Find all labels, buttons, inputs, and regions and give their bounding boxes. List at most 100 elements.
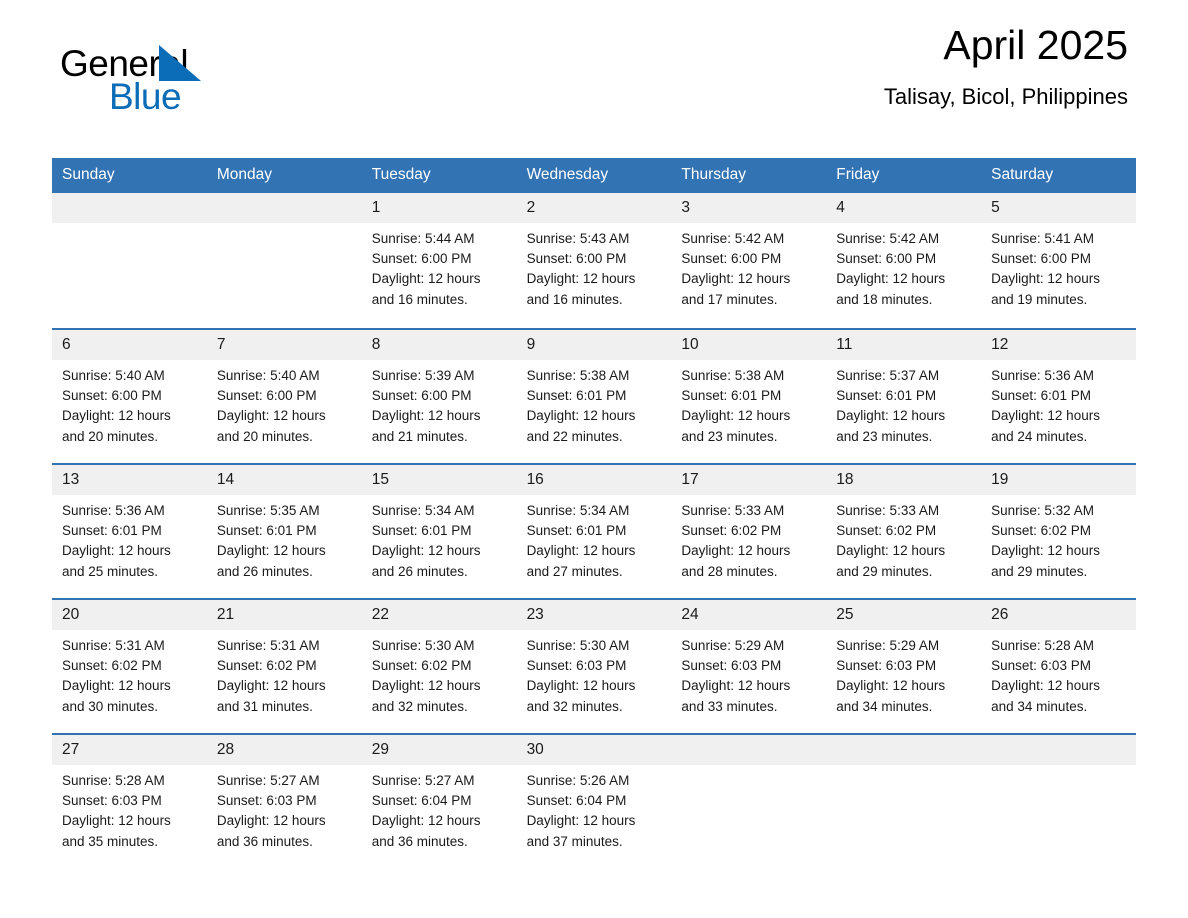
sunrise-text: Sunrise: 5:42 AM <box>836 231 940 246</box>
day-cell[interactable]: 18 Sunrise: 5:33 AM Sunset: 6:02 PM Dayligh… <box>826 465 982 598</box>
day-cell[interactable]: 12 Sunrise: 5:36 AM Sunset: 6:01 PM Dayligh… <box>981 330 1136 463</box>
day-cell[interactable]: 20 Sunrise: 5:31 AM Sunset: 6:02 PM Dayligh… <box>52 600 207 733</box>
day-cell[interactable]: 14 Sunrise: 5:35 AM Sunset: 6:01 PM Dayligh… <box>206 465 362 598</box>
day-number: 28 <box>206 735 362 765</box>
day-number <box>671 735 827 765</box>
day-cell[interactable]: 22 Sunrise: 5:30 AM Sunset: 6:02 PM Dayligh… <box>361 600 517 733</box>
day-info: Sunrise: 5:38 AM Sunset: 6:01 PM Daylight:… <box>517 360 672 447</box>
daylight-text-line2: and 26 minutes. <box>216 563 313 579</box>
logo-word-blue: Blue <box>109 76 182 117</box>
daylight-text-line2: and 24 minutes. <box>991 428 1088 444</box>
sunrise-text: Sunrise: 5:28 AM <box>991 638 1094 653</box>
day-number: 4 <box>826 193 982 223</box>
day-cell[interactable]: 3 Sunrise: 5:42 AM Sunset: 6:00 PM Daylight… <box>671 193 827 328</box>
day-number: 9 <box>516 330 672 360</box>
sunset-text: Sunset: 6:02 PM <box>991 523 1091 539</box>
day-cell[interactable]: 8 Sunrise: 5:39 AM Sunset: 6:00 PM Daylight… <box>361 330 517 463</box>
sunset-text: Sunset: 6:02 PM <box>681 523 782 539</box>
day-cell[interactable]: 24 Sunrise: 5:29 AM Sunset: 6:03 PM Dayligh… <box>671 600 827 733</box>
sunset-text: Sunset: 6:00 PM <box>836 251 937 267</box>
day-cell-empty <box>826 735 982 868</box>
day-cell[interactable]: 13 Sunrise: 5:36 AM Sunset: 6:01 PM Dayligh… <box>52 465 207 598</box>
daylight-text-line1: Daylight: 12 hours <box>526 813 636 829</box>
sunrise-text: Sunrise: 5:42 AM <box>681 231 785 246</box>
day-info: Sunrise: 5:44 AM Sunset: 6:00 PM Daylight:… <box>362 223 517 310</box>
daylight-text-line2: and 19 minutes. <box>991 291 1088 307</box>
day-cell[interactable]: 17 Sunrise: 5:33 AM Sunset: 6:02 PM Dayligh… <box>671 465 827 598</box>
day-cell[interactable]: 5 Sunrise: 5:41 AM Sunset: 6:00 PM Daylight… <box>981 193 1136 328</box>
day-info: Sunrise: 5:42 AM Sunset: 6:00 PM Daylight:… <box>826 223 981 310</box>
day-cell[interactable]: 2 Sunrise: 5:43 AM Sunset: 6:00 PM Daylight… <box>516 193 672 328</box>
day-info: Sunrise: 5:36 AM Sunset: 6:01 PM Daylight:… <box>981 360 1136 447</box>
sunrise-text: Sunrise: 5:30 AM <box>371 638 475 653</box>
daylight-text-line2: and 22 minutes. <box>526 428 623 444</box>
sunrise-text: Sunrise: 5:33 AM <box>836 503 940 518</box>
day-info: Sunrise: 5:31 AM Sunset: 6:02 PM Daylight:… <box>207 630 362 717</box>
day-cell[interactable]: 7 Sunrise: 5:40 AM Sunset: 6:00 PM Daylight… <box>206 330 362 463</box>
weekday-header-wednesday: Wednesday <box>526 166 609 183</box>
day-info: Sunrise: 5:42 AM Sunset: 6:00 PM Daylight:… <box>671 223 826 310</box>
sunrise-text: Sunrise: 5:43 AM <box>526 231 630 246</box>
day-cell[interactable]: 23 Sunrise: 5:30 AM Sunset: 6:03 PM Dayligh… <box>516 600 672 733</box>
daylight-text-line1: Daylight: 12 hours <box>681 271 791 287</box>
day-cell[interactable]: 29 Sunrise: 5:27 AM Sunset: 6:04 PM Dayligh… <box>361 735 517 868</box>
daylight-text-line1: Daylight: 12 hours <box>526 543 636 559</box>
sunset-text: Sunset: 6:02 PM <box>371 658 472 674</box>
sunset-text: Sunset: 6:01 PM <box>62 523 162 539</box>
daylight-text-line2: and 29 minutes. <box>991 563 1088 579</box>
calendar-week-row: 1 Sunrise: 5:44 AM Sunset: 6:00 PM Daylight… <box>52 193 1136 328</box>
daylight-text-line1: Daylight: 12 hours <box>681 408 791 424</box>
day-cell[interactable]: 4 Sunrise: 5:42 AM Sunset: 6:00 PM Daylight… <box>826 193 982 328</box>
daylight-text-line2: and 30 minutes. <box>62 698 159 714</box>
day-cell[interactable]: 9 Sunrise: 5:38 AM Sunset: 6:01 PM Daylight… <box>516 330 672 463</box>
calendar-week-row: 27 Sunrise: 5:28 AM Sunset: 6:03 PM Dayligh… <box>52 733 1136 868</box>
day-cell[interactable]: 10 Sunrise: 5:38 AM Sunset: 6:01 PM Dayligh… <box>671 330 827 463</box>
day-number <box>206 193 362 223</box>
day-cell[interactable]: 27 Sunrise: 5:28 AM Sunset: 6:03 PM Dayligh… <box>52 735 207 868</box>
daylight-text-line2: and 28 minutes. <box>681 563 778 579</box>
daylight-text-line2: and 18 minutes. <box>836 291 933 307</box>
daylight-text-line1: Daylight: 12 hours <box>836 543 946 559</box>
day-number: 15 <box>361 465 517 495</box>
day-info: Sunrise: 5:29 AM Sunset: 6:03 PM Daylight:… <box>671 630 826 717</box>
general-blue-logo[interactable]: General Blue <box>60 44 260 122</box>
day-info: Sunrise: 5:33 AM Sunset: 6:02 PM Daylight:… <box>671 495 826 582</box>
sunrise-text: Sunrise: 5:34 AM <box>371 503 475 518</box>
day-info: Sunrise: 5:30 AM Sunset: 6:02 PM Daylight:… <box>362 630 517 717</box>
day-cell[interactable]: 28 Sunrise: 5:27 AM Sunset: 6:03 PM Dayligh… <box>206 735 362 868</box>
daylight-text-line2: and 23 minutes. <box>681 428 778 444</box>
day-info: Sunrise: 5:41 AM Sunset: 6:00 PM Daylight:… <box>981 223 1136 310</box>
sunset-text: Sunset: 6:04 PM <box>526 793 627 809</box>
sunset-text: Sunset: 6:03 PM <box>681 658 782 674</box>
daylight-text-line2: and 31 minutes. <box>216 698 313 714</box>
day-cell[interactable]: 21 Sunrise: 5:31 AM Sunset: 6:02 PM Dayligh… <box>206 600 362 733</box>
sunrise-text: Sunrise: 5:40 AM <box>62 368 165 383</box>
sunrise-text: Sunrise: 5:36 AM <box>991 368 1094 383</box>
sunrise-text: Sunrise: 5:26 AM <box>526 773 630 788</box>
day-cell[interactable]: 25 Sunrise: 5:29 AM Sunset: 6:03 PM Dayligh… <box>826 600 982 733</box>
day-cell[interactable]: 1 Sunrise: 5:44 AM Sunset: 6:00 PM Daylight… <box>361 193 517 328</box>
day-cell[interactable]: 15 Sunrise: 5:34 AM Sunset: 6:01 PM Dayligh… <box>361 465 517 598</box>
daylight-text-line1: Daylight: 12 hours <box>836 408 946 424</box>
day-number: 10 <box>671 330 827 360</box>
daylight-text-line1: Daylight: 12 hours <box>991 271 1100 287</box>
day-cell[interactable]: 11 Sunrise: 5:37 AM Sunset: 6:01 PM Dayligh… <box>826 330 982 463</box>
day-cell[interactable]: 19 Sunrise: 5:32 AM Sunset: 6:02 PM Dayligh… <box>981 465 1136 598</box>
day-info: Sunrise: 5:43 AM Sunset: 6:00 PM Daylight:… <box>517 223 672 310</box>
daylight-text-line2: and 16 minutes. <box>526 291 623 307</box>
day-info: Sunrise: 5:40 AM Sunset: 6:00 PM Daylight:… <box>207 360 362 447</box>
day-number: 27 <box>52 735 207 765</box>
day-cell[interactable]: 26 Sunrise: 5:28 AM Sunset: 6:03 PM Dayligh… <box>981 600 1136 733</box>
day-info: Sunrise: 5:40 AM Sunset: 6:00 PM Daylight:… <box>52 360 207 447</box>
weekday-header-saturday: Saturday <box>991 166 1054 183</box>
daylight-text-line2: and 21 minutes. <box>371 428 468 444</box>
day-info: Sunrise: 5:34 AM Sunset: 6:01 PM Daylight:… <box>517 495 672 582</box>
day-cell[interactable]: 16 Sunrise: 5:34 AM Sunset: 6:01 PM Dayligh… <box>516 465 672 598</box>
day-cell[interactable]: 6 Sunrise: 5:40 AM Sunset: 6:00 PM Daylight… <box>52 330 207 463</box>
sunset-text: Sunset: 6:03 PM <box>62 793 162 809</box>
sunrise-text: Sunrise: 5:35 AM <box>216 503 320 518</box>
day-cell[interactable]: 30 Sunrise: 5:26 AM Sunset: 6:04 PM Dayligh… <box>516 735 672 868</box>
sunrise-text: Sunrise: 5:38 AM <box>526 368 630 383</box>
calendar-weeks: 1 Sunrise: 5:44 AM Sunset: 6:00 PM Daylight… <box>52 193 1136 868</box>
daylight-text-line1: Daylight: 12 hours <box>62 543 171 559</box>
